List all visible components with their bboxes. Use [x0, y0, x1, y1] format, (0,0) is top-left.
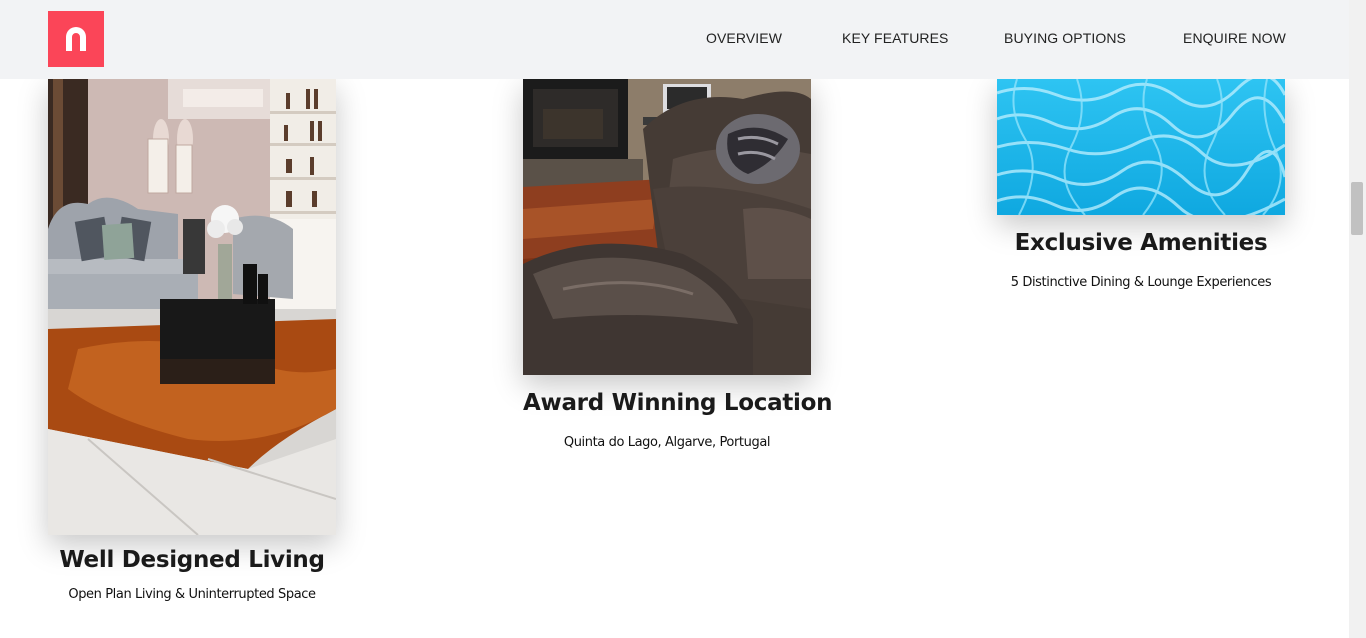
feature-subtitle: Open Plan Living & Uninterrupted Space: [68, 587, 316, 602]
feature-title: Award Winning Location: [523, 390, 833, 416]
nav-buying-options[interactable]: BUYING OPTIONS: [1004, 30, 1126, 46]
site-header: OVERVIEW KEY FEATURES BUYING OPTIONS ENQ…: [0, 0, 1349, 79]
living-room-image: [48, 79, 336, 535]
feature-title: Well Designed Living: [59, 547, 325, 573]
leather-sofa-image: [523, 79, 811, 375]
feature-subtitle: 5 Distinctive Dining & Lounge Experience…: [1010, 275, 1272, 290]
feature-subtitle: Quinta do Lago, Algarve, Portugal: [563, 435, 771, 450]
pool-water-image: [997, 79, 1285, 215]
page-scrollbar[interactable]: [1349, 0, 1366, 638]
feature-title: Exclusive Amenities: [1014, 230, 1268, 256]
n-logo-icon[interactable]: [48, 11, 104, 67]
nav-overview[interactable]: OVERVIEW: [706, 30, 782, 46]
nav-key-features[interactable]: KEY FEATURES: [842, 30, 949, 46]
scrollbar-thumb[interactable]: [1351, 182, 1363, 235]
nav-enquire-now[interactable]: ENQUIRE NOW: [1183, 30, 1286, 46]
